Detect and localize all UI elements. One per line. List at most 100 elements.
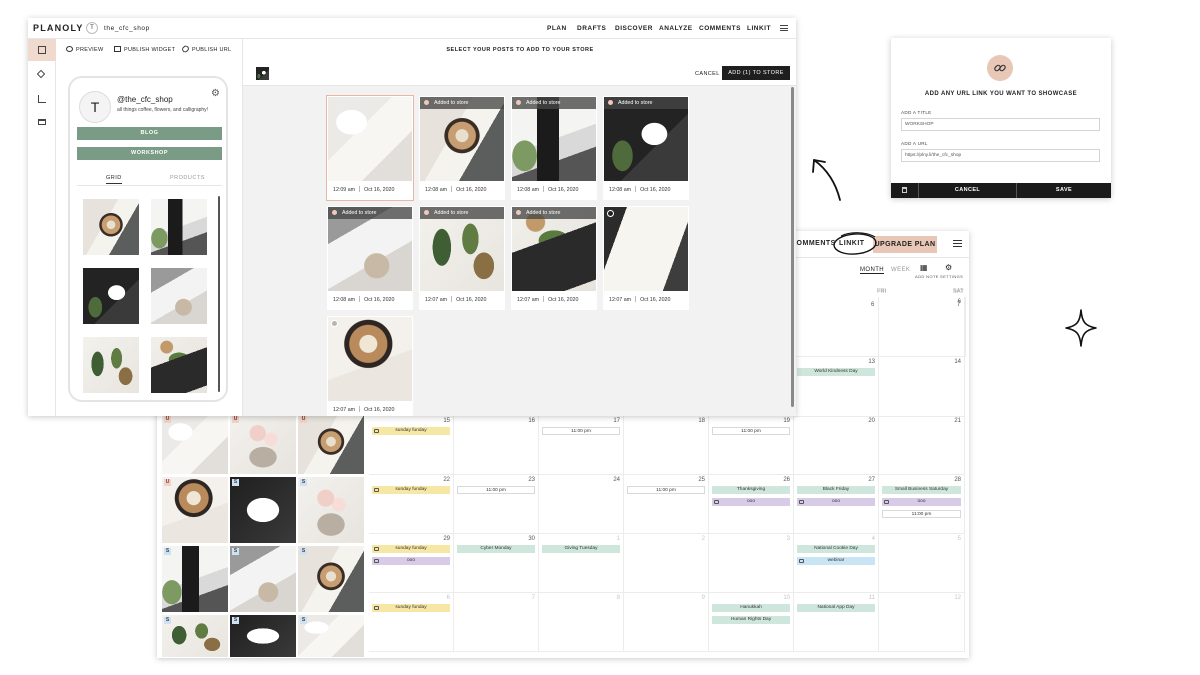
calendar-event[interactable]: sunday funday	[372, 545, 450, 553]
post-card[interactable]: Added to store 12:07 am Oct 16, 2020	[511, 206, 597, 310]
day-cell[interactable]: 9	[624, 593, 709, 652]
day-cell[interactable]: 29 sunday funday ooo	[369, 534, 454, 593]
upgrade-plan-button[interactable]: UPGRADE PLAN	[873, 236, 937, 253]
tab-products[interactable]: PRODUCTS	[170, 175, 205, 181]
day-cell[interactable]: 21	[879, 416, 965, 475]
day-cell[interactable]: 8	[539, 593, 624, 652]
calendar-event[interactable]: sunday funday	[372, 427, 450, 435]
day-cell[interactable]: 28 Small Business Saturday ooo 11:00 pm	[879, 475, 965, 534]
calendar-event[interactable]: Thanksgiving	[712, 486, 790, 494]
nav-plan[interactable]: PLAN	[547, 25, 567, 32]
nav-comments[interactable]: COMMENTS	[791, 240, 836, 247]
link-button-workshop[interactable]: WORKSHOP	[77, 147, 222, 160]
calendar-event[interactable]: webinar	[797, 557, 875, 565]
menu-icon[interactable]	[953, 240, 962, 247]
day-cell[interactable]: 3	[709, 534, 794, 593]
day-cell[interactable]: 5	[879, 534, 965, 593]
delete-button[interactable]	[891, 183, 919, 198]
publish-url-button[interactable]: PUBLISH URL	[180, 44, 231, 54]
day-cell[interactable]: 14	[879, 357, 965, 417]
calendar-event[interactable]: Human Rights Day	[712, 616, 790, 624]
picker-scrollbar[interactable]	[791, 87, 794, 407]
day-cell[interactable]: 30 Cyber Monday	[454, 534, 539, 593]
nav-drafts[interactable]: DRAFTS	[577, 25, 606, 32]
add-to-store-button[interactable]: ADD (1) TO STORE	[722, 66, 790, 80]
grid-post[interactable]: U	[229, 413, 297, 475]
day-cell[interactable]: 25 11:00 pm	[624, 475, 709, 534]
post-card[interactable]: Added to store 12:08 am Oct 16, 2020	[327, 206, 413, 310]
day-cell[interactable]: 10 Hanukkah Human Rights Day	[709, 593, 794, 652]
grid-post[interactable]: S	[161, 545, 229, 613]
day-cell[interactable]: 2	[624, 534, 709, 593]
preview-button[interactable]: PREVIEW	[66, 46, 103, 53]
nav-comments[interactable]: COMMENTS	[699, 25, 741, 32]
week-view-toggle[interactable]: WEEK	[891, 267, 910, 273]
rail-analytics-button[interactable]	[28, 88, 56, 110]
event-world-kindness-day[interactable]: World Kindness Day	[797, 368, 875, 376]
calendar-event[interactable]: Small Business Saturday	[882, 486, 961, 494]
day-cell[interactable]: 1 Giving Tuesday	[539, 534, 624, 593]
grid-post[interactable]: S	[297, 614, 365, 658]
day-cell[interactable]: 27 Black Friday ooo	[794, 475, 879, 534]
day-cell[interactable]: 12	[879, 593, 965, 652]
day-cell[interactable]: 24	[539, 475, 624, 534]
grid-post[interactable]	[151, 337, 207, 393]
calendar-event[interactable]: Hanukkah	[712, 604, 790, 612]
grid-post[interactable]	[151, 199, 207, 255]
settings-icon[interactable]: ⚙	[945, 263, 952, 272]
day-cell[interactable]: 4 National Cookie Day webinar	[794, 534, 879, 593]
rail-store-button[interactable]	[28, 39, 56, 61]
grid-post[interactable]	[151, 268, 207, 324]
grid-post[interactable]: U	[297, 413, 365, 475]
post-card[interactable]: Added to store 12:07 am Oct 16, 2020	[419, 206, 505, 310]
grid-post[interactable]: U	[161, 413, 229, 475]
day-cell[interactable]: 19 11:00 pm	[709, 416, 794, 475]
grid-post[interactable]: S	[161, 614, 229, 658]
day-cell[interactable]: 20	[794, 416, 879, 475]
add-note-label[interactable]: ADD NOTE	[915, 274, 939, 279]
grid-post[interactable]: S	[229, 476, 297, 544]
month-view-toggle[interactable]: MONTH	[860, 267, 884, 274]
day-cell[interactable]	[879, 297, 965, 357]
calendar-event[interactable]: 11:00 pm	[712, 427, 790, 435]
day-cell[interactable]: 6 sunday funday	[369, 593, 454, 652]
rail-tag-button[interactable]	[28, 64, 56, 86]
select-checkbox[interactable]	[331, 320, 338, 327]
picker-cancel-button[interactable]: CANCEL	[695, 71, 720, 77]
tab-grid[interactable]: GRID	[106, 175, 122, 184]
calendar-event[interactable]: sunday funday	[372, 486, 450, 494]
account-name[interactable]: the_cfc_shop	[104, 25, 150, 32]
settings-label[interactable]: SETTINGS	[940, 274, 963, 279]
add-note-icon[interactable]: ▦	[920, 263, 928, 272]
post-card[interactable]: 12:09 am Oct 16, 2020	[326, 95, 414, 201]
calendar-event[interactable]: National App Day	[797, 604, 875, 612]
preview-scrollbar[interactable]	[218, 196, 220, 392]
calendar-event[interactable]: Black Friday	[797, 486, 875, 494]
nav-analyze[interactable]: ANALYZE	[659, 25, 693, 32]
calendar-event[interactable]: ooo	[882, 498, 961, 506]
select-checkbox[interactable]	[607, 210, 614, 217]
day-cell[interactable]: 13 World Kindness Day	[794, 357, 879, 417]
account-avatar[interactable]: T	[86, 22, 98, 34]
grid-post[interactable]	[83, 199, 139, 255]
modal-cancel-button[interactable]: CANCEL	[919, 183, 1017, 198]
day-cell[interactable]: 7	[454, 593, 539, 652]
day-cell[interactable]	[794, 297, 879, 357]
post-card[interactable]: 12:07 am Oct 16, 2020	[603, 206, 689, 310]
calendar-event[interactable]: 11:00 pm	[627, 486, 705, 494]
menu-icon[interactable]	[780, 25, 788, 31]
calendar-event[interactable]: National Cookie Day	[797, 545, 875, 553]
day-cell[interactable]: 11 National App Day	[794, 593, 879, 652]
calendar-event[interactable]: Cyber Monday	[457, 545, 535, 553]
grid-post[interactable]: U	[161, 476, 229, 544]
gear-icon[interactable]: ⚙	[211, 88, 220, 99]
calendar-event[interactable]: 11:00 pm	[542, 427, 620, 435]
day-cell[interactable]: 22 sunday funday	[369, 475, 454, 534]
grid-post[interactable]	[83, 337, 139, 393]
calendar-event[interactable]: ooo	[712, 498, 790, 506]
grid-post[interactable]	[83, 268, 139, 324]
grid-post[interactable]: S	[229, 545, 297, 613]
publish-widget-button[interactable]: PUBLISH WIDGET	[114, 46, 175, 53]
grid-post[interactable]: S	[229, 614, 297, 658]
calendar-event[interactable]: ooo	[797, 498, 875, 506]
